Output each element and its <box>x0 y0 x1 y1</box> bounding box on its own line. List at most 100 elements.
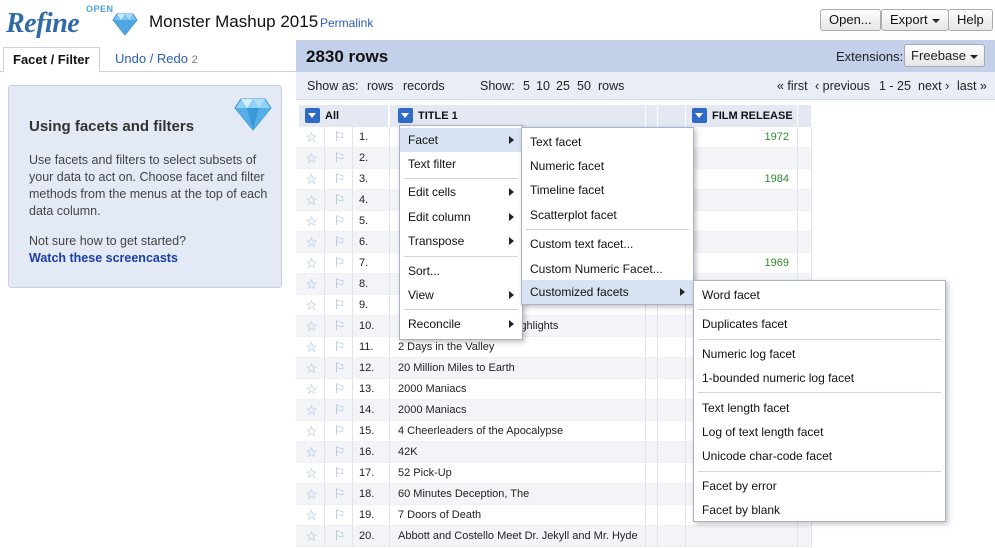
flag-icon[interactable]: ⚐ <box>327 232 353 253</box>
flag-icon[interactable]: ⚐ <box>327 463 353 484</box>
star-icon[interactable]: ☆ <box>299 442 325 463</box>
star-icon[interactable]: ☆ <box>299 337 325 358</box>
export-button[interactable]: Export <box>881 9 949 31</box>
flag-icon[interactable]: ⚐ <box>327 169 353 190</box>
menu-item-unicode-facet[interactable]: Unicode char-code facet <box>694 444 945 468</box>
last-page-link[interactable]: last » <box>957 79 987 93</box>
menu-item-log-text-length-facet[interactable]: Log of text length facet <box>694 420 945 444</box>
openrefine-logo[interactable]: Refine OPEN <box>6 4 138 39</box>
menu-item-scatterplot-facet[interactable]: Scatterplot facet <box>522 203 693 227</box>
year-cell[interactable] <box>686 232 798 253</box>
year-cell[interactable] <box>686 211 798 232</box>
title-cell[interactable]: 42K <box>390 442 646 463</box>
project-title[interactable]: Monster Mashup 2015 <box>149 12 318 32</box>
menu-item-duplicates-facet[interactable]: Duplicates facet <box>694 312 945 336</box>
page-size-5[interactable]: 5 <box>523 79 530 93</box>
year-cell[interactable]: 1984 <box>686 169 798 190</box>
flag-icon[interactable]: ⚐ <box>327 442 353 463</box>
title-cell[interactable]: 60 Minutes Deception, The <box>390 484 646 505</box>
star-icon[interactable]: ☆ <box>299 169 325 190</box>
page-size-25[interactable]: 25 <box>556 79 570 93</box>
menu-item-facet-by-error[interactable]: Facet by error <box>694 474 945 498</box>
flag-icon[interactable]: ⚐ <box>327 484 353 505</box>
flag-icon[interactable]: ⚐ <box>327 295 353 316</box>
flag-icon[interactable]: ⚐ <box>327 358 353 379</box>
flag-icon[interactable]: ⚐ <box>327 148 353 169</box>
year-cell[interactable] <box>686 190 798 211</box>
flag-icon[interactable]: ⚐ <box>327 127 353 148</box>
menu-item-view[interactable]: View <box>400 283 522 307</box>
flag-icon[interactable]: ⚐ <box>327 379 353 400</box>
star-icon[interactable]: ☆ <box>299 148 325 169</box>
title-cell[interactable]: 2000 Maniacs <box>390 379 646 400</box>
next-page-link[interactable]: next › <box>918 79 949 93</box>
star-icon[interactable]: ☆ <box>299 421 325 442</box>
menu-item-numeric-facet[interactable]: Numeric facet <box>522 154 693 178</box>
star-icon[interactable]: ☆ <box>299 505 325 526</box>
flag-icon[interactable]: ⚐ <box>327 421 353 442</box>
menu-item-word-facet[interactable]: Word facet <box>694 283 945 307</box>
menu-item-custom-numeric-facet[interactable]: Custom Numeric Facet... <box>522 257 693 281</box>
column-film-release-dropdown[interactable] <box>692 108 707 123</box>
page-size-10[interactable]: 10 <box>536 79 550 93</box>
menu-item-reconcile[interactable]: Reconcile <box>400 312 522 336</box>
menu-item-text-facet[interactable]: Text facet <box>522 130 693 154</box>
star-icon[interactable]: ☆ <box>299 484 325 505</box>
year-cell[interactable]: 1969 <box>686 253 798 274</box>
menu-item-customized-facets[interactable]: Customized facets <box>522 280 693 304</box>
menu-item-facet[interactable]: Facet <box>400 128 522 152</box>
first-page-link[interactable]: « first <box>777 79 808 93</box>
menu-item-edit-cells[interactable]: Edit cells <box>400 180 522 204</box>
open-button[interactable]: Open... <box>820 9 881 31</box>
show-as-records[interactable]: records <box>403 79 445 93</box>
menu-item-sort[interactable]: Sort... <box>400 259 522 283</box>
flag-icon[interactable]: ⚐ <box>327 190 353 211</box>
star-icon[interactable]: ☆ <box>299 379 325 400</box>
star-icon[interactable]: ☆ <box>299 358 325 379</box>
menu-item-transpose[interactable]: Transpose <box>400 229 522 253</box>
flag-icon[interactable]: ⚐ <box>327 400 353 421</box>
flag-icon[interactable]: ⚐ <box>327 526 353 547</box>
column-title-dropdown[interactable] <box>398 108 413 123</box>
star-icon[interactable]: ☆ <box>299 190 325 211</box>
star-icon[interactable]: ☆ <box>299 253 325 274</box>
screencasts-link[interactable]: Watch these screencasts <box>29 251 178 265</box>
menu-item-facet-by-blank[interactable]: Facet by blank <box>694 498 945 522</box>
star-icon[interactable]: ☆ <box>299 316 325 337</box>
year-cell[interactable] <box>686 526 798 547</box>
column-all-dropdown[interactable] <box>305 108 320 123</box>
star-icon[interactable]: ☆ <box>299 232 325 253</box>
year-cell[interactable] <box>686 148 798 169</box>
title-cell[interactable]: 20 Million Miles to Earth <box>390 358 646 379</box>
flag-icon[interactable]: ⚐ <box>327 316 353 337</box>
page-size-50[interactable]: 50 <box>577 79 591 93</box>
flag-icon[interactable]: ⚐ <box>327 505 353 526</box>
show-as-rows[interactable]: rows <box>367 79 393 93</box>
star-icon[interactable]: ☆ <box>299 526 325 547</box>
star-icon[interactable]: ☆ <box>299 295 325 316</box>
help-button[interactable]: Help <box>948 9 993 31</box>
star-icon[interactable]: ☆ <box>299 127 325 148</box>
flag-icon[interactable]: ⚐ <box>327 337 353 358</box>
title-cell[interactable]: 2 Days in the Valley <box>390 337 646 358</box>
star-icon[interactable]: ☆ <box>299 274 325 295</box>
flag-icon[interactable]: ⚐ <box>327 211 353 232</box>
star-icon[interactable]: ☆ <box>299 211 325 232</box>
menu-item-custom-text-facet[interactable]: Custom text facet... <box>522 232 693 256</box>
title-cell[interactable]: 4 Cheerleaders of the Apocalypse <box>390 421 646 442</box>
previous-page-link[interactable]: ‹ previous <box>815 79 870 93</box>
extensions-dropdown[interactable]: Freebase <box>904 44 985 67</box>
menu-item-edit-column[interactable]: Edit column <box>400 205 522 229</box>
star-icon[interactable]: ☆ <box>299 463 325 484</box>
menu-item-bounded-log-facet[interactable]: 1-bounded numeric log facet <box>694 366 945 390</box>
menu-item-numeric-log-facet[interactable]: Numeric log facet <box>694 342 945 366</box>
year-cell[interactable]: 1972 <box>686 127 798 148</box>
flag-icon[interactable]: ⚐ <box>327 274 353 295</box>
menu-item-text-filter[interactable]: Text filter <box>400 152 522 176</box>
title-cell[interactable]: 7 Doors of Death <box>390 505 646 526</box>
title-cell[interactable]: 52 Pick-Up <box>390 463 646 484</box>
menu-item-text-length-facet[interactable]: Text length facet <box>694 396 945 420</box>
title-cell[interactable]: 2000 Maniacs <box>390 400 646 421</box>
menu-item-timeline-facet[interactable]: Timeline facet <box>522 178 693 202</box>
permalink-link[interactable]: Permalink <box>320 16 373 30</box>
